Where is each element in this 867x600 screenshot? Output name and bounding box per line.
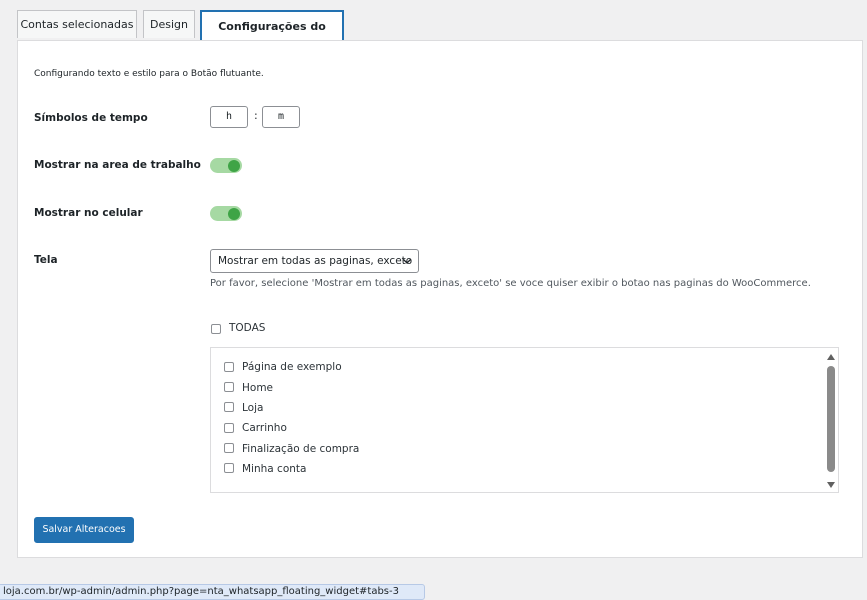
page-label: Minha conta [242, 463, 307, 475]
page-label: Página de exemplo [242, 361, 342, 373]
settings-panel: Configurando texto e estilo para o Botão… [17, 40, 863, 558]
desktop-toggle[interactable] [210, 158, 242, 173]
page-checkbox[interactable] [224, 463, 234, 473]
screen-select-value: Mostrar em todas as paginas, exceto [218, 255, 413, 267]
pages-listbox[interactable]: Página de exemplo Home Loja Carrinho Fin… [210, 347, 839, 493]
mobile-toggle-label: Mostrar no celular [34, 207, 143, 219]
toggle-knob [228, 207, 240, 220]
mobile-toggle[interactable] [210, 206, 242, 221]
scroll-thumb[interactable] [827, 366, 835, 472]
all-pages-label: TODAS [229, 322, 266, 334]
page-label: Carrinho [242, 422, 287, 434]
page-checkbox[interactable] [224, 443, 234, 453]
time-separator: : [254, 109, 258, 122]
tab-configuracoes-botao[interactable]: Configurações do Botão [200, 10, 344, 62]
page-label: Home [242, 382, 274, 394]
desktop-toggle-label: Mostrar na area de trabalho [34, 159, 201, 171]
page-label: Loja [242, 402, 264, 414]
page-label: Finalização de compra [242, 443, 360, 455]
scroll-down-arrow-icon[interactable] [827, 482, 835, 488]
time-symbols-label: Símbolos de tempo [34, 112, 148, 124]
toggle-knob [228, 159, 240, 172]
page-checkbox[interactable] [224, 402, 234, 412]
tab-contas-selecionadas[interactable]: Contas selecionadas [17, 10, 137, 38]
page-checkbox[interactable] [224, 362, 234, 372]
all-pages-checkbox[interactable] [211, 324, 221, 334]
chevron-down-icon [403, 259, 411, 264]
screen-select[interactable]: Mostrar em todas as paginas, exceto [210, 249, 419, 273]
tab-design[interactable]: Design [143, 10, 195, 38]
screen-label: Tela [34, 254, 58, 266]
minute-symbol-input[interactable]: m [262, 106, 300, 128]
intro-text: Configurando texto e estilo para o Botão… [34, 69, 264, 79]
status-bar-url: loja.com.br/wp-admin/admin.php?page=nta_… [0, 584, 425, 600]
scroll-up-arrow-icon[interactable] [827, 354, 835, 360]
page-checkbox[interactable] [224, 382, 234, 392]
pages-scrollbar[interactable] [824, 348, 838, 492]
save-button[interactable]: Salvar Alteracoes [34, 517, 134, 543]
hour-symbol-input[interactable]: h [210, 106, 248, 128]
screen-hint: Por favor, selecione 'Mostrar em todas a… [210, 278, 811, 289]
page-checkbox[interactable] [224, 423, 234, 433]
